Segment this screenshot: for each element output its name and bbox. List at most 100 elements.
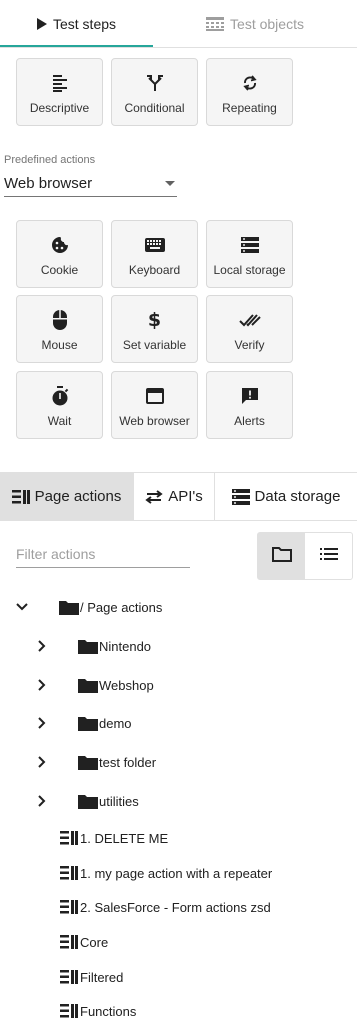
data-storage-icon <box>231 488 250 505</box>
descriptive-step-button[interactable]: Descriptive <box>16 58 103 126</box>
tree-item-row[interactable]: 1. my page action with a repeater <box>0 858 357 888</box>
tab-test-objects-label: Test objects <box>230 16 304 32</box>
tree-folder-label: test folder <box>99 755 157 770</box>
repeating-step-button[interactable]: Repeating <box>206 58 293 126</box>
view-toggle <box>257 532 353 580</box>
folder-icon <box>78 794 98 809</box>
verify-action-button[interactable]: Verify <box>206 295 293 363</box>
keyboard-action-button[interactable]: Keyboard <box>111 220 198 288</box>
alert-message-icon <box>241 386 259 406</box>
folder-icon <box>59 600 79 615</box>
descriptive-icon <box>51 73 69 93</box>
set-variable-action-button[interactable]: $ Set variable <box>111 295 198 363</box>
folder-icon <box>78 678 98 693</box>
tree-folder-row[interactable]: demo <box>0 708 357 738</box>
stopwatch-icon <box>51 386 69 406</box>
page-actions-icon <box>11 489 30 504</box>
tree-folder-row[interactable]: test folder <box>0 747 357 777</box>
tree-item-row[interactable]: Filtered <box>0 962 357 992</box>
double-check-icon <box>238 310 261 330</box>
local-storage-label: Local storage <box>213 263 286 277</box>
page-action-icon <box>60 1004 78 1018</box>
tab-test-objects[interactable]: Test objects <box>153 0 357 48</box>
conditional-icon <box>146 73 164 93</box>
dropdown-caret-icon <box>165 180 175 186</box>
cookie-icon <box>51 235 69 255</box>
tree-folder-label: Webshop <box>99 678 154 693</box>
top-tabs: Test steps Test objects <box>0 0 357 48</box>
test-objects-icon <box>206 17 225 31</box>
cookie-action-button[interactable]: Cookie <box>16 220 103 288</box>
swap-arrows-icon <box>145 489 163 504</box>
page-action-icon <box>60 900 78 914</box>
tree-folder-label: utilities <box>99 794 139 809</box>
tree-item-label: Filtered <box>80 970 124 985</box>
predefined-actions-label: Predefined actions <box>4 154 96 166</box>
wait-action-button[interactable]: Wait <box>16 371 103 439</box>
play-icon <box>36 18 47 30</box>
repeating-label: Repeating <box>222 101 277 115</box>
tab-test-steps[interactable]: Test steps <box>0 0 153 48</box>
page-action-icon <box>60 831 78 845</box>
repeating-icon <box>241 73 259 93</box>
folder-icon <box>78 716 98 731</box>
filter-actions-input[interactable] <box>16 540 190 568</box>
wait-label: Wait <box>47 414 72 428</box>
folder-outline-icon <box>271 546 292 567</box>
tree-item-row[interactable]: 1. DELETE ME <box>0 823 357 853</box>
chevron-right-icon[interactable] <box>34 793 50 809</box>
mouse-label: Mouse <box>41 338 78 352</box>
conditional-step-button[interactable]: Conditional <box>111 58 198 126</box>
mouse-action-button[interactable]: Mouse <box>16 295 103 363</box>
dollar-icon: $ <box>147 309 162 331</box>
tree-item-row[interactable]: Functions <box>0 996 357 1022</box>
conditional-label: Conditional <box>124 101 185 115</box>
verify-label: Verify <box>234 338 265 352</box>
chevron-right-icon[interactable] <box>34 754 50 770</box>
page-action-icon <box>60 866 78 880</box>
tab-test-steps-label: Test steps <box>52 16 117 32</box>
tree-folder-row[interactable]: utilities <box>0 786 357 816</box>
folder-icon <box>78 755 98 770</box>
alerts-action-button[interactable]: Alerts <box>206 371 293 439</box>
alerts-label: Alerts <box>234 414 265 428</box>
cookie-label: Cookie <box>40 263 79 277</box>
tree-root-row[interactable]: / Page actions <box>0 592 357 622</box>
tree-folder-row[interactable]: Nintendo <box>0 631 357 661</box>
library-tabs: Page actions API's Data storage <box>0 472 357 521</box>
local-storage-action-button[interactable]: Local storage <box>206 220 293 288</box>
predefined-actions-select[interactable]: Web browser <box>4 170 177 197</box>
tab-apis[interactable]: API's <box>133 473 214 520</box>
descriptive-label: Descriptive <box>29 101 90 115</box>
keyboard-label: Keyboard <box>128 263 181 277</box>
chevron-right-icon[interactable] <box>34 677 50 693</box>
set-variable-label: Set variable <box>122 338 187 352</box>
list-icon <box>319 547 338 565</box>
web-browser-label: Web browser <box>119 414 190 428</box>
tree-folder-label: demo <box>99 716 132 731</box>
tree-item-label: Core <box>80 935 109 950</box>
tab-page-actions[interactable]: Page actions <box>0 473 133 520</box>
folder-view-button[interactable] <box>258 533 305 579</box>
tree-item-label: Functions <box>80 1004 137 1019</box>
tree-item-label: 2. SalesForce - Form actions zsd <box>80 900 271 915</box>
mouse-icon <box>52 310 67 330</box>
chevron-down-icon[interactable] <box>14 599 30 615</box>
tab-data-storage-label: Data storage <box>254 488 341 505</box>
tab-page-actions-label: Page actions <box>34 488 122 505</box>
tree-item-label: 1. DELETE ME <box>80 831 169 846</box>
list-view-button[interactable] <box>305 533 352 579</box>
tree-item-row[interactable]: Core <box>0 927 357 957</box>
tab-data-storage[interactable]: Data storage <box>214 473 357 520</box>
page-action-icon <box>60 935 78 949</box>
tree-item-row[interactable]: 2. SalesForce - Form actions zsd <box>0 892 357 922</box>
tree-folder-row[interactable]: Webshop <box>0 670 357 700</box>
tree-root-label: / Page actions <box>80 600 163 615</box>
web-browser-action-button[interactable]: Web browser <box>111 371 198 439</box>
chevron-right-icon[interactable] <box>34 638 50 654</box>
chevron-right-icon[interactable] <box>34 715 50 731</box>
predefined-actions-value: Web browser <box>4 174 93 192</box>
keyboard-icon <box>144 235 165 255</box>
storage-icon <box>240 235 259 255</box>
folder-icon <box>78 639 98 654</box>
